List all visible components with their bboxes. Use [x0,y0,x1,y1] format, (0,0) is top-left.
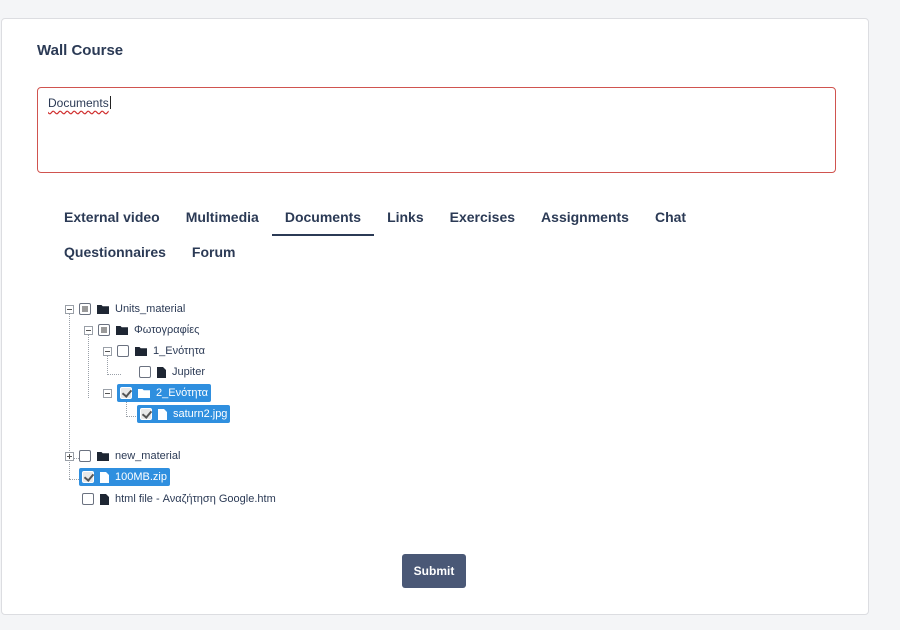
tree-connector [88,334,89,398]
tree-node-label: new_material [115,450,181,462]
tree-node-section-2[interactable]: 2_Ενότητα [103,383,212,403]
tree-node-label: 1_Ενότητα [153,345,206,357]
text-caret [109,96,111,109]
tree-checkbox[interactable] [98,324,110,336]
tree-node-photos[interactable]: Φωτογραφίες [84,320,199,340]
tree-node-jupiter[interactable]: Jupiter [139,362,205,382]
tree-node-label: 100MB.zip [115,471,167,483]
tree-node-selection: 100MB.zip [79,468,170,486]
submit-button[interactable]: Submit [402,554,466,588]
tree-node-label: html file - Αναζήτηση Google.htm [115,493,276,505]
content-textarea[interactable]: Documents [37,87,836,173]
collapse-toggle-icon[interactable] [103,388,112,398]
collapse-toggle-icon[interactable] [65,304,74,314]
tree-checkbox[interactable] [140,408,152,420]
tab-assignments[interactable]: Assignments [528,201,642,236]
tree-checkbox[interactable] [79,303,91,315]
expand-toggle-icon[interactable] [65,451,74,461]
tree-checkbox[interactable] [82,471,94,483]
tree-node-label: 2_Ενότητα [156,387,209,399]
tree-checkbox[interactable] [79,450,91,462]
tree-node-label: Units_material [115,303,186,315]
tree-node-selection: 2_Ενότητα [117,384,212,402]
tree-connector [107,374,121,375]
folder-icon [116,326,128,335]
tree-node-label: Φωτογραφίες [134,324,200,336]
tree-node-new-material[interactable]: new_material [65,446,180,466]
folder-open-icon [138,389,150,398]
tree-checkbox[interactable] [120,387,132,399]
folder-icon [97,305,109,314]
file-icon [158,408,167,420]
tab-multimedia[interactable]: Multimedia [173,201,272,236]
file-icon [157,366,166,378]
tree-node-units-material[interactable]: Units_material [65,299,185,319]
file-icon [100,493,109,505]
collapse-toggle-icon[interactable] [84,325,93,335]
tab-external-video[interactable]: External video [51,201,173,236]
tree-node-selection: saturn2.jpg [137,405,231,423]
folder-icon [97,452,109,461]
resource-tabs: External video Multimedia Documents Link… [51,201,771,271]
tree-node-label: saturn2.jpg [173,408,228,420]
collapse-toggle-icon[interactable] [103,346,112,356]
textarea-value: Documents [48,96,109,110]
tree-node-html-file[interactable]: html file - Αναζήτηση Google.htm [82,489,276,509]
tree-node-label: Jupiter [172,366,206,378]
tab-forum[interactable]: Forum [179,236,249,271]
tab-row-2: Questionnaires Forum [51,236,771,271]
tab-documents[interactable]: Documents [271,201,375,236]
folder-icon [135,347,147,356]
tree-node-100mb-zip[interactable]: 100MB.zip [79,467,170,487]
tab-questionnaires[interactable]: Questionnaires [51,236,179,271]
tree-checkbox[interactable] [117,345,129,357]
tab-row-1: External video Multimedia Documents Link… [51,201,771,236]
tab-links[interactable]: Links [374,201,437,236]
tab-chat[interactable]: Chat [642,201,699,236]
tree-checkbox[interactable] [139,366,151,378]
tree-node-section-1[interactable]: 1_Ενότητα [103,341,205,361]
tree-checkbox[interactable] [82,493,94,505]
course-title: Wall Course [37,42,124,59]
tab-exercises[interactable]: Exercises [437,201,528,236]
course-card: Wall Course Documents External video Mul… [1,18,869,615]
file-icon [100,471,109,483]
tree-node-saturn[interactable]: saturn2.jpg [137,404,231,424]
